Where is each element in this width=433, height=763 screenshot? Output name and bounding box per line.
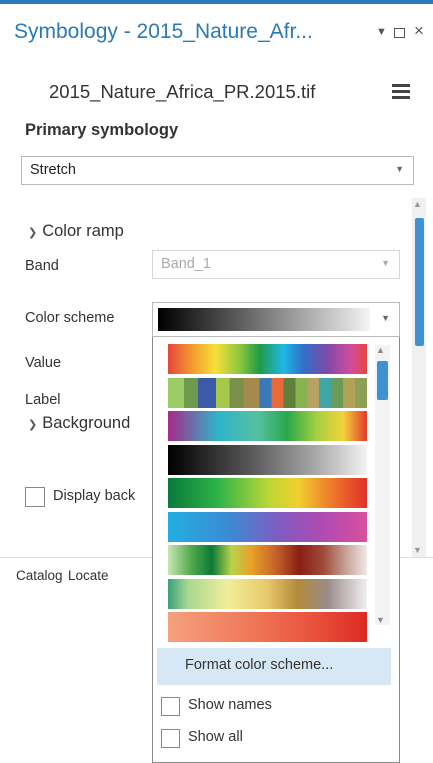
pane-title: Symbology - 2015_Nature_Afr... [14,20,313,43]
hamburger-menu-icon[interactable] [392,84,410,99]
color-ramp-list [167,343,372,645]
band-label: Band [25,258,59,274]
tab-locate[interactable]: Locate [68,568,109,583]
color-ramp-option[interactable] [167,376,368,409]
color-ramp-option[interactable] [167,577,368,610]
label-label: Label [25,392,61,408]
dropdown-arrow-icon[interactable]: ▼ [376,26,387,38]
pane-titlebar: Symbology - 2015_Nature_Afr... ▼ × [0,4,433,56]
color-ramp-option[interactable] [167,544,368,576]
chevron-down-icon: ❯ [28,227,38,239]
scroll-up-icon[interactable]: ▲ [413,199,422,209]
color-ramp-option[interactable] [167,510,368,543]
color-ramp-option[interactable] [167,443,368,476]
maximize-icon[interactable] [394,28,405,38]
color-ramp-option[interactable] [167,410,368,442]
layer-name: 2015_Nature_Africa_PR.2015.tif [49,81,316,102]
color-ramp-option[interactable] [167,477,368,509]
color-scheme-label: Color scheme [25,310,115,326]
value-label: Value [25,355,62,371]
color-scheme-select[interactable]: ▼ [152,302,400,337]
background-heading[interactable]: ❯ Background [28,414,130,433]
color-scheme-dropdown: ▲ ▼ Format color scheme... Show names Sh… [152,337,400,763]
close-icon[interactable]: × [414,21,424,41]
show-all-label: Show all [188,729,243,745]
scroll-up-icon[interactable]: ▲ [376,345,385,355]
color-ramp-heading-label: Color ramp [42,222,124,240]
scroll-down-icon[interactable]: ▼ [413,545,422,555]
layer-row: 2015_Nature_Africa_PR.2015.tif [0,76,433,106]
color-ramp-heading[interactable]: ❯ Color ramp [28,222,124,241]
display-background-checkbox[interactable] [25,487,45,507]
chevron-down-icon: ▼ [381,313,390,323]
show-names-label: Show names [188,697,272,713]
dropdown-scroll-thumb[interactable] [377,361,388,400]
selected-color-ramp [158,308,370,331]
scroll-down-icon[interactable]: ▼ [376,615,385,625]
format-color-scheme-button[interactable]: Format color scheme... [157,648,391,685]
primary-symbology-value: Stretch [30,162,76,178]
chevron-down-icon: ▼ [381,258,390,268]
color-ramp-option[interactable] [167,611,368,643]
format-color-scheme-label: Format color scheme... [185,657,334,673]
display-background-label: Display back [53,488,136,504]
chevron-down-icon: ▼ [395,164,404,174]
band-select[interactable]: Band_1 ▼ [152,250,400,279]
chevron-down-icon: ❯ [28,419,38,431]
background-heading-label: Background [42,414,131,432]
tab-catalog[interactable]: Catalog [16,568,63,583]
color-ramp-option[interactable] [167,343,368,375]
pane-scroll-thumb[interactable] [415,218,424,346]
primary-symbology-select[interactable]: Stretch ▼ [21,156,414,185]
show-all-checkbox[interactable] [161,729,180,748]
band-value: Band_1 [161,256,211,272]
primary-symbology-heading: Primary symbology [25,121,179,139]
show-names-checkbox[interactable] [161,697,180,716]
